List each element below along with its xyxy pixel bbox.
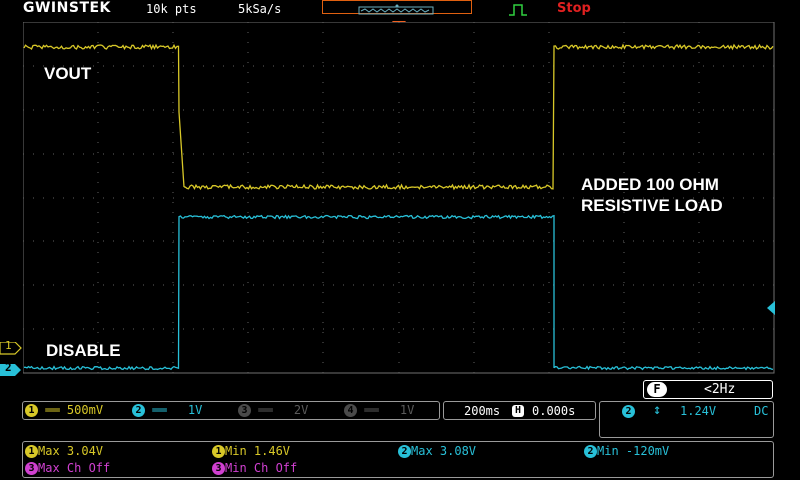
meas-ch3-max[interactable]: 3 Max Ch Off [25,461,110,475]
rising-edge-trigger-icon [508,2,528,21]
trigger-box[interactable]: 2 ↕ 1.24V DC [599,401,774,438]
trigger-slope-icon: ↕ [653,402,661,418]
note-line-1: ADDED 100 OHM [581,175,719,195]
timebase-position: 0.000s [532,404,575,418]
ch1-scale[interactable]: 1 ══ 500mV [25,403,103,417]
memory-window-icon [323,4,471,16]
ch4-scale[interactable]: 4 ══ 1V [344,403,414,417]
trigger-level: 1.24V [680,404,716,418]
meas-ch3-min[interactable]: 3 Min Ch Off [212,461,297,475]
timebase-box[interactable]: 200ms H 0.000s [443,401,596,420]
ch3-badge: 3 [238,404,251,417]
meas-ch1-max[interactable]: 1 Max 3.04V [25,444,103,458]
dc-coupling-icon: ══ [364,403,378,417]
note-line-2: RESISTIVE LOAD [581,196,723,216]
vout-label: VOUT [44,64,91,84]
dc-coupling-icon: ══ [45,403,59,417]
brand-logo: GWINSTEK [23,0,111,16]
trigger-coupling: DC [754,404,768,418]
disable-label: DISABLE [46,341,121,361]
filter-badge: F [647,382,667,397]
ch2-ground-marker[interactable]: 2 [0,362,22,381]
meas-ch1-min[interactable]: 1 Min 1.46V [212,444,290,458]
ch1-badge: 1 [25,404,38,417]
dc-coupling-icon: ══ [258,403,272,417]
run-state[interactable]: Stop [557,1,591,16]
horizontal-position-badge: H [512,405,524,417]
filter-value: <2Hz [704,382,735,397]
sample-rate: 5kSa/s [238,2,281,16]
meas-ch2-max[interactable]: 2 Max 3.08V [398,444,476,458]
timebase-scale: 200ms [464,404,500,418]
trigger-level-marker-icon[interactable] [765,300,775,319]
dc-coupling-icon: ══ [152,403,166,417]
trigger-source-badge: 2 [622,405,635,418]
meas-ch2-min[interactable]: 2 Min -120mV [584,444,669,458]
ch3-scale[interactable]: 3 ══ 2V [238,403,308,417]
ch2-scale[interactable]: 2 ══ 1V [132,403,202,417]
ch4-badge: 4 [344,404,357,417]
filter-indicator[interactable]: F <2Hz [643,380,773,399]
ch1-ground-marker[interactable]: 1 [0,340,22,359]
ch2-badge: 2 [132,404,145,417]
record-length: 10k pts [146,2,197,16]
memory-bar [322,0,472,14]
